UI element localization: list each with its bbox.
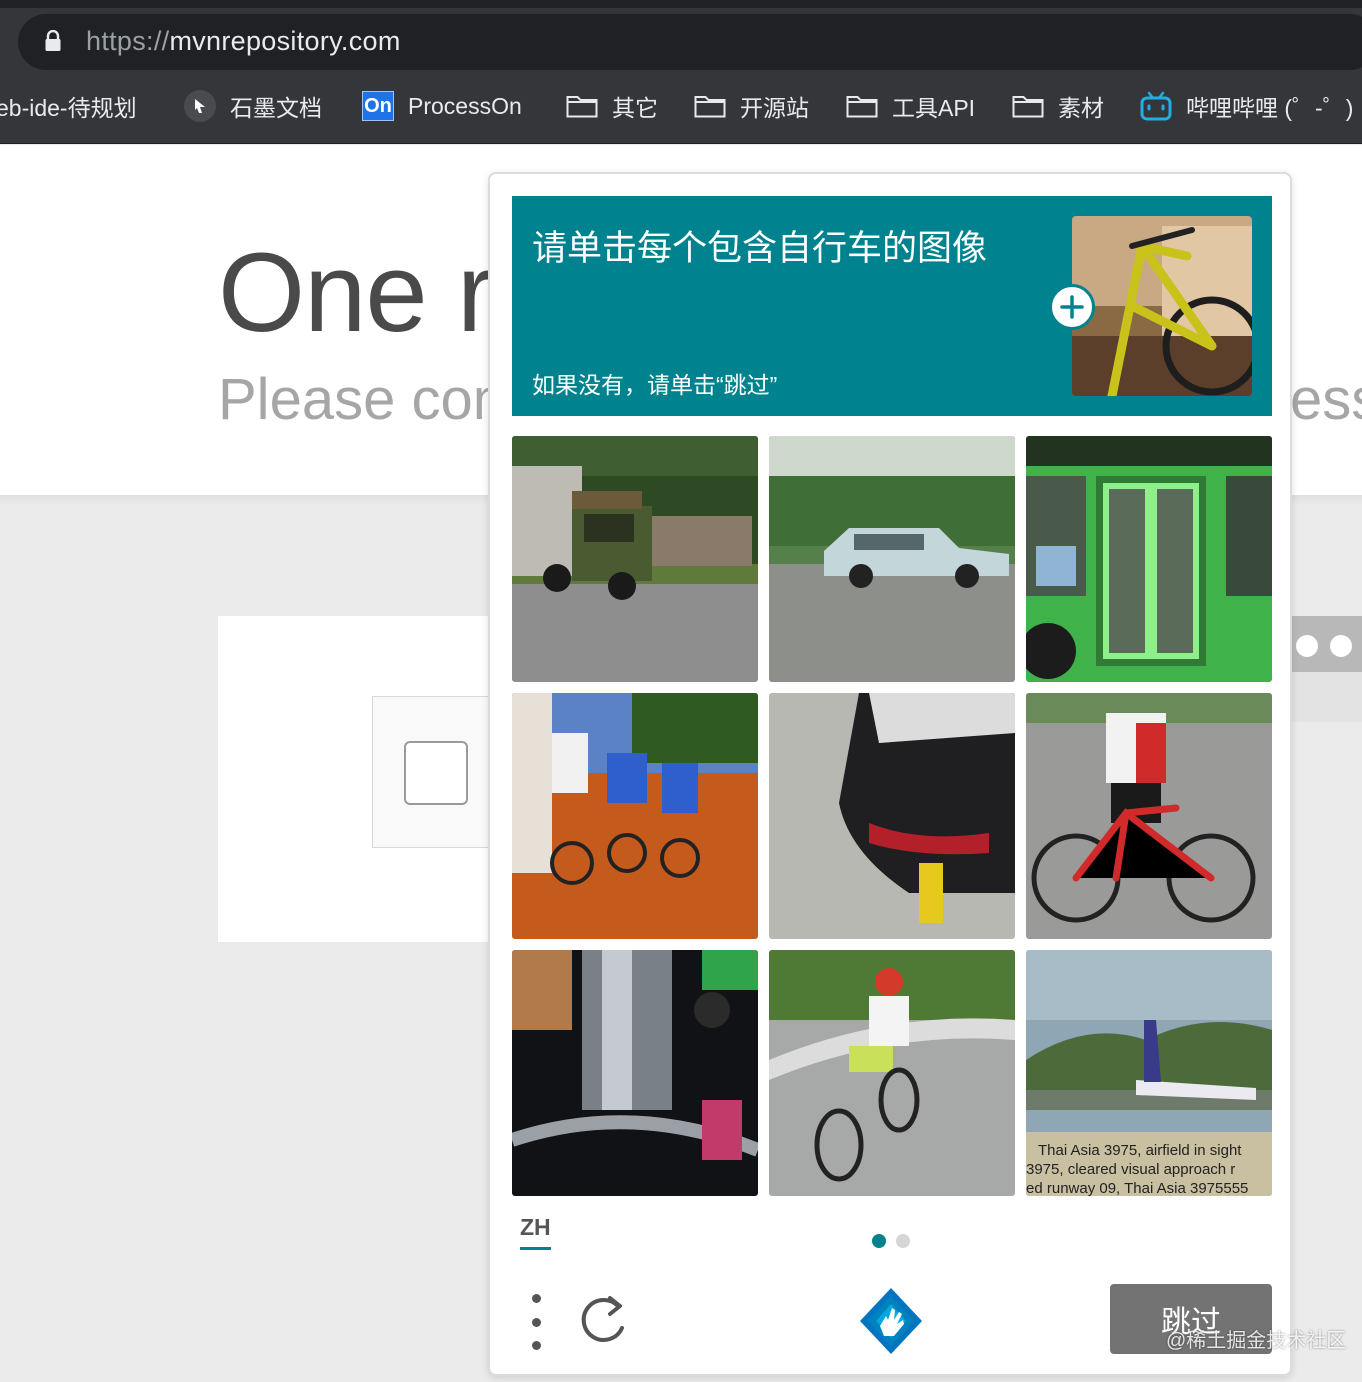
address-bar[interactable]: https://mvnrepository.com [18, 14, 1362, 70]
bookmark-label: eb-ide-待规划 [0, 95, 137, 121]
loading-dots [1290, 616, 1362, 672]
loading-dot [1296, 635, 1318, 657]
captcha-challenge-dialog: 请单击每个包含自行车的图像 如果没有，请单击“跳过” Thai Asia 397… [488, 172, 1292, 1376]
bookmark-label: ProcessOn [408, 92, 522, 119]
image-tile-green-bus[interactable] [1026, 436, 1272, 682]
plus-icon [1060, 295, 1084, 319]
url-host: mvnrepository.com [169, 26, 401, 56]
shimo-icon [184, 90, 216, 122]
image-tile-road-cyclist[interactable] [1026, 693, 1272, 939]
menu-dot [531, 1317, 541, 1327]
language-selector[interactable]: ZH [520, 1214, 551, 1250]
prompt-subtitle: 如果没有，请单击“跳过” [532, 372, 778, 398]
page-headline: One r [218, 230, 494, 355]
more-options-button[interactable] [524, 1294, 548, 1350]
tab-strip [0, 0, 1362, 8]
browser-chrome: https://mvnrepository.com eb-ide-待规划 石墨文… [0, 0, 1362, 144]
folder-icon [694, 96, 726, 118]
bookmark-shimo[interactable]: 石墨文档 [184, 80, 322, 132]
image-tile-garbage-truck[interactable] [512, 436, 758, 682]
refresh-icon[interactable] [578, 1292, 630, 1348]
page-subline-tail: ess [1290, 367, 1362, 432]
image-grid: Thai Asia 3975, airfield in sight 3975, … [512, 436, 1272, 1196]
captcha-checkbox[interactable] [404, 741, 468, 805]
captcha-widget [372, 696, 502, 848]
bookmark-label: 工具API [892, 95, 976, 121]
bilibili-icon [1140, 91, 1172, 121]
url-scheme: https:// [86, 26, 170, 56]
hcaptcha-logo-icon[interactable] [856, 1286, 926, 1356]
bookmark-folder-tools-api[interactable]: 工具API [846, 80, 975, 132]
bookmarks-bar: eb-ide-待规划 石墨文档 On ProcessOn 其它 开源站 工具AP… [0, 80, 1362, 132]
folder-icon [566, 96, 598, 118]
image-tile-cyclists-dirt-road[interactable] [512, 693, 758, 939]
folder-icon [846, 96, 878, 118]
watermark: @稀土掘金技术社区 [1166, 1330, 1347, 1352]
prompt-title: 请单击每个包含自行车的图像 [532, 229, 988, 268]
bookmark-web-ide[interactable]: eb-ide-待规划 [0, 80, 137, 132]
bookmark-label: 其它 [612, 95, 658, 121]
url-text[interactable]: https://mvnrepository.com [86, 26, 401, 57]
bookmark-folder-assets[interactable]: 素材 [1012, 80, 1104, 132]
folder-icon [1012, 96, 1044, 118]
lock-icon [45, 30, 61, 51]
image-tile-car-tail-light[interactable] [769, 693, 1015, 939]
bookmark-label: 哔哩哔哩 (゜-゜) [1186, 95, 1354, 121]
image-tile-child-cycling[interactable] [769, 950, 1015, 1196]
processon-icon: On [362, 91, 394, 121]
challenge-prompt: 请单击每个包含自行车的图像 如果没有，请单击“跳过” [512, 196, 1272, 416]
bookmark-folder-other[interactable]: 其它 [566, 80, 658, 132]
menu-dot [531, 1341, 541, 1350]
menu-dot [531, 1294, 541, 1303]
image-tile-station-wagon[interactable] [769, 436, 1015, 682]
image-tile-bicycle-part[interactable] [512, 950, 758, 1196]
page-dot [896, 1234, 910, 1248]
challenge-pagination [872, 1234, 910, 1248]
image-tile-airplane[interactable]: Thai Asia 3975, airfield in sight 3975, … [1026, 950, 1272, 1196]
bookmark-bilibili[interactable]: 哔哩哔哩 (゜-゜) [1140, 80, 1353, 132]
page-subline: Please com [218, 367, 522, 432]
airplane-caption-line: ed runway 09, Thai Asia 3975555 [1026, 1180, 1248, 1196]
page-dot-active [872, 1234, 886, 1248]
example-image[interactable] [1072, 216, 1252, 396]
loading-dot [1330, 635, 1352, 657]
bookmark-processon[interactable]: On ProcessOn [362, 80, 522, 132]
zoom-example-button[interactable] [1049, 284, 1095, 330]
bookmark-label: 石墨文档 [230, 95, 322, 121]
bookmark-folder-opensource[interactable]: 开源站 [694, 80, 809, 132]
airplane-caption-line: 3975, cleared visual approach r [1026, 1161, 1235, 1178]
airplane-caption-line: Thai Asia 3975, airfield in sight [1038, 1142, 1242, 1159]
bookmark-label: 开源站 [740, 95, 809, 121]
bookmark-label: 素材 [1058, 95, 1104, 121]
